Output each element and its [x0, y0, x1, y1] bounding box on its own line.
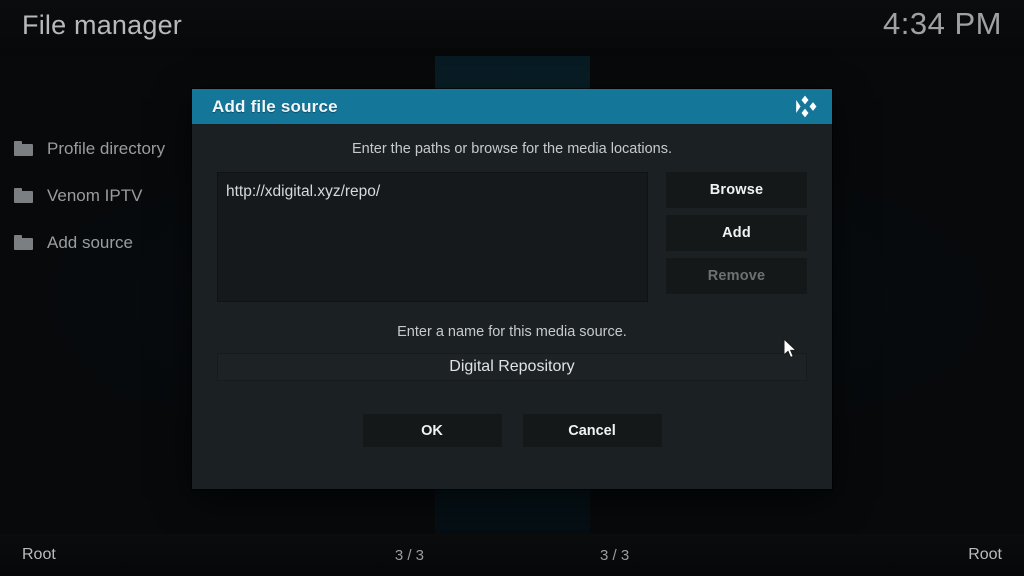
paths-row: http://xdigital.xyz/repo/ Browse Add Rem… — [217, 172, 807, 302]
list-item-venom-iptv[interactable]: Venom IPTV — [0, 172, 190, 219]
top-bar: File manager 4:34 PM — [0, 0, 1024, 56]
list-item-add-source[interactable]: Add source — [0, 219, 190, 266]
list-item-label: Profile directory — [47, 138, 166, 158]
path-list-item[interactable]: http://xdigital.xyz/repo/ — [226, 183, 648, 201]
status-pane-left: Root 3 / 3 — [0, 534, 512, 576]
cancel-button[interactable]: Cancel — [522, 414, 662, 447]
dialog-footer: OK Cancel — [217, 414, 807, 447]
status-right-count: 3 / 3 — [600, 546, 630, 564]
list-item-label: Add source — [47, 232, 133, 252]
status-pane-right: 3 / 3 Root — [512, 534, 1024, 576]
status-left-path: Root — [22, 546, 56, 563]
folder-icon — [14, 188, 33, 203]
list-item-profile-directory[interactable]: Profile directory — [0, 125, 190, 172]
arrow-cursor-icon — [783, 337, 799, 360]
add-file-source-dialog: Add file source Enter the paths or brows… — [192, 89, 832, 489]
status-left-count: 3 / 3 — [394, 546, 424, 564]
folder-icon — [14, 235, 33, 250]
paths-list[interactable]: http://xdigital.xyz/repo/ — [217, 172, 648, 302]
path-actions: Browse Add Remove — [666, 172, 807, 302]
kodi-logo-icon — [792, 94, 818, 119]
list-item-label: Venom IPTV — [47, 185, 143, 205]
remove-button: Remove — [666, 258, 807, 294]
status-right-path: Root — [968, 546, 1002, 563]
source-name-input[interactable]: Digital Repository — [217, 353, 807, 381]
source-list: Profile directory Venom IPTV Add source — [0, 125, 190, 266]
dialog-title: Add file source — [212, 96, 338, 116]
browse-button[interactable]: Browse — [666, 172, 807, 208]
ok-button[interactable]: OK — [362, 414, 502, 447]
folder-icon — [14, 141, 33, 156]
dialog-body: Enter the paths or browse for the media … — [192, 124, 832, 447]
dialog-header: Add file source — [192, 89, 832, 124]
paths-hint: Enter the paths or browse for the media … — [352, 141, 672, 157]
page-title: File manager — [22, 10, 182, 40]
add-button[interactable]: Add — [666, 215, 807, 251]
clock: 4:34 PM — [883, 6, 1002, 41]
kodi-screen: File manager 4:34 PM Profile directory V… — [0, 0, 1024, 576]
name-hint: Enter a name for this media source. — [397, 324, 627, 340]
status-bar: Root 3 / 3 3 / 3 Root — [0, 534, 1024, 576]
